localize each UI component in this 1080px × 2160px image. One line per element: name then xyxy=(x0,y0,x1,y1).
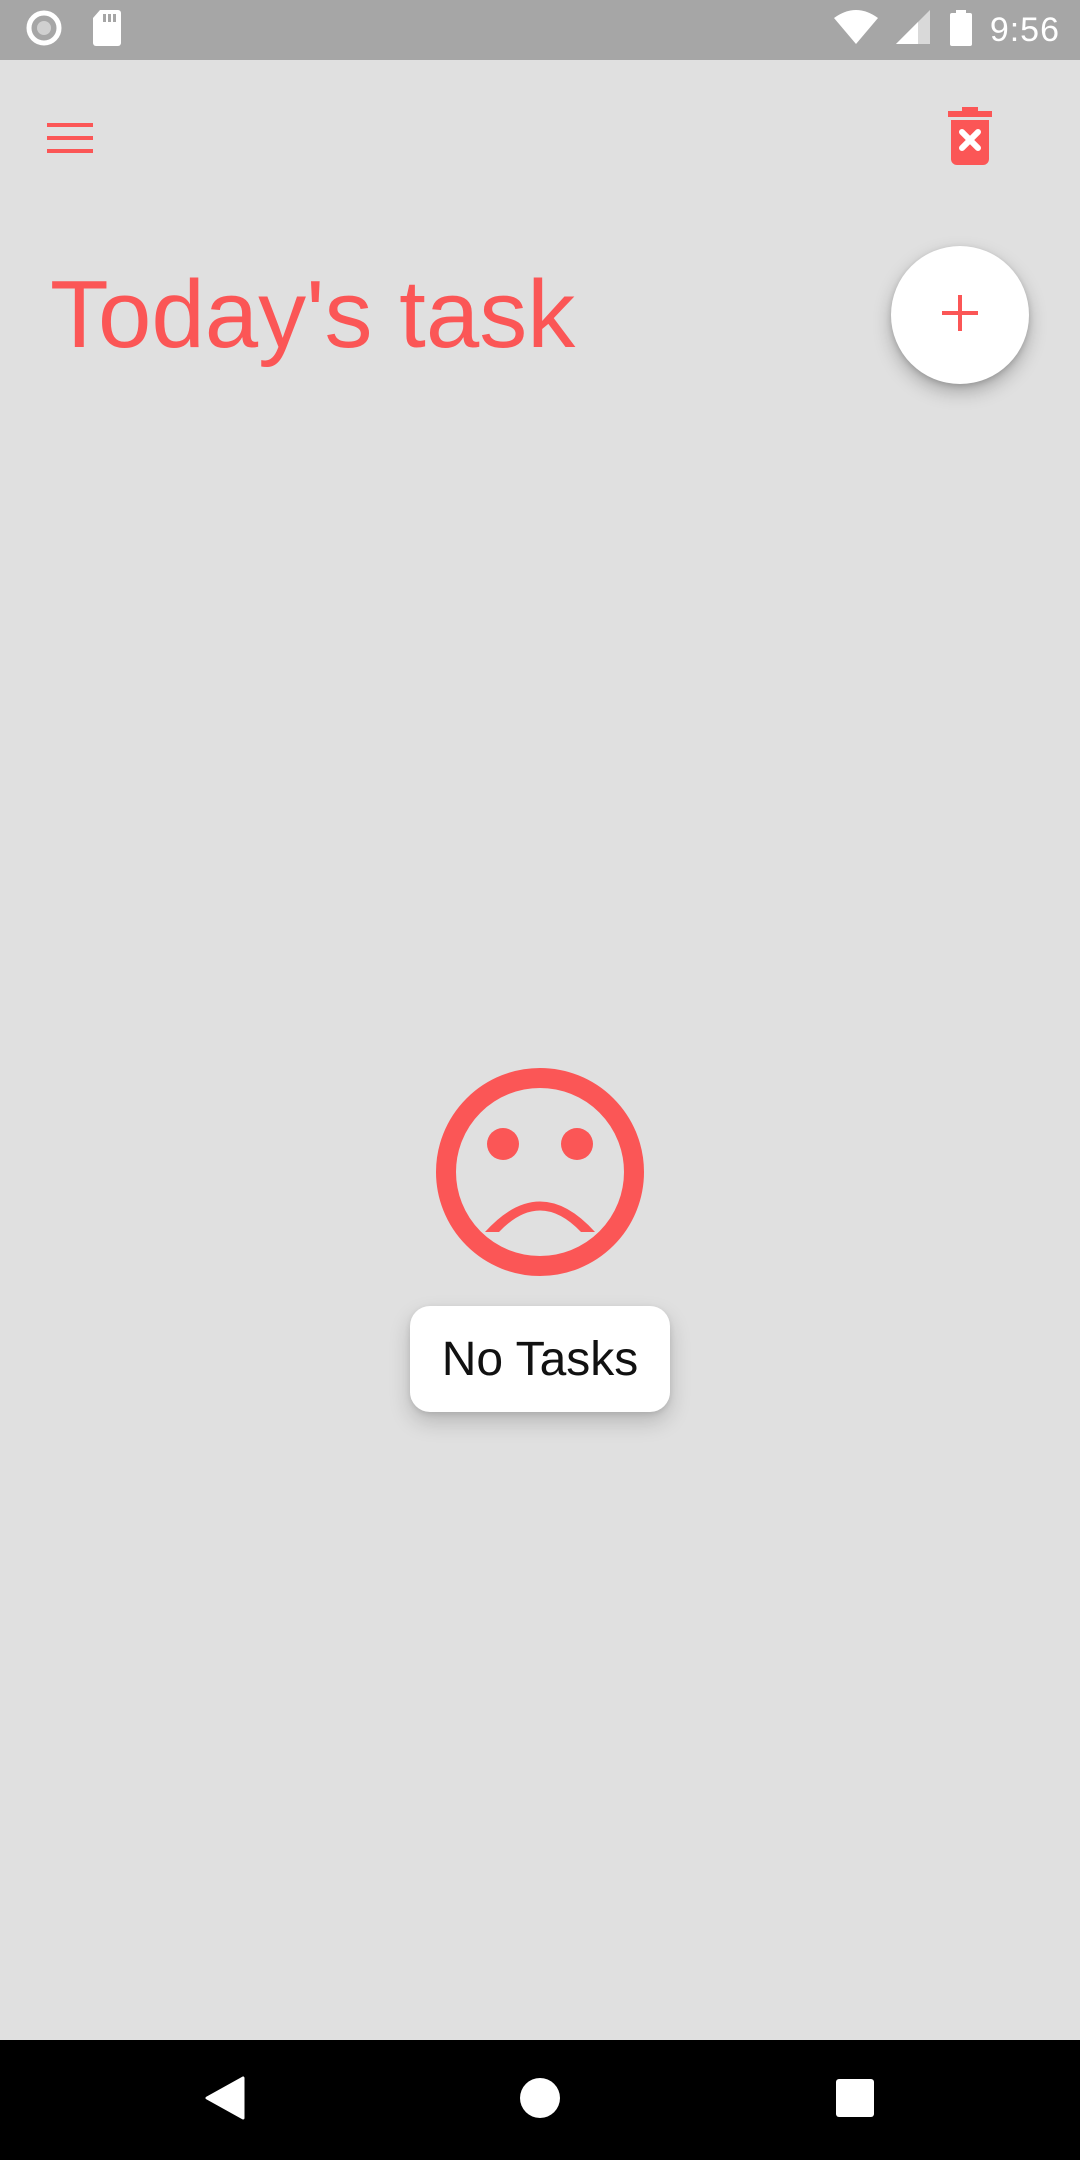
status-right-icons: 9:56 xyxy=(833,8,1060,52)
add-task-button[interactable] xyxy=(891,246,1029,384)
navigation-bar xyxy=(0,2040,1080,2160)
recents-icon xyxy=(835,2078,875,2123)
page-title: Today's task xyxy=(50,261,576,368)
record-icon xyxy=(26,10,62,51)
recents-button[interactable] xyxy=(795,2040,915,2160)
sad-face-icon xyxy=(433,1065,647,1279)
back-icon xyxy=(205,2076,245,2125)
hamburger-menu-icon xyxy=(47,121,93,160)
status-time: 9:56 xyxy=(989,10,1060,49)
empty-state-label: No Tasks xyxy=(410,1306,670,1412)
home-button[interactable] xyxy=(480,2040,600,2160)
delete-all-button[interactable] xyxy=(940,98,1000,178)
status-left-icons xyxy=(26,9,122,51)
back-button[interactable] xyxy=(165,2040,285,2160)
status-bar: 9:56 xyxy=(0,0,1080,60)
delete-all-icon xyxy=(948,106,992,170)
signal-icon xyxy=(895,9,932,51)
menu-button[interactable] xyxy=(40,110,100,170)
home-icon xyxy=(519,2077,561,2124)
app-screen: Today's task No Tasks xyxy=(0,60,1080,2040)
plus-icon xyxy=(940,293,980,338)
sd-card-icon xyxy=(92,9,122,51)
wifi-icon xyxy=(833,9,878,51)
battery-icon xyxy=(949,9,972,51)
